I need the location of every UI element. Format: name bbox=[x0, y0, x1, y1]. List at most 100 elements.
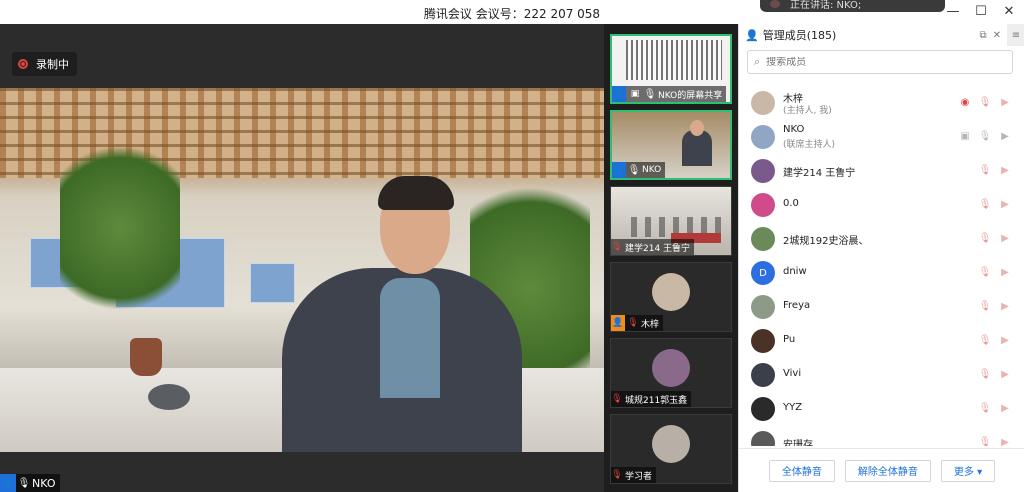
member-row[interactable]: YYZ 🎙 ▶ bbox=[739, 392, 1024, 426]
video-person-shirt bbox=[380, 278, 440, 398]
member-name: YYZ bbox=[783, 402, 803, 413]
member-row[interactable]: 2城规192史浴晨、 🎙 ▶ bbox=[739, 222, 1024, 256]
member-name: NKO bbox=[783, 124, 805, 135]
member-row[interactable]: Vivi 🎙 ▶ bbox=[739, 358, 1024, 392]
mic-muted-icon[interactable]: 🎙 bbox=[979, 164, 992, 176]
avatar bbox=[751, 125, 775, 149]
recording-label: 录制中 bbox=[36, 58, 69, 71]
member-name: dniw bbox=[783, 266, 807, 277]
member-row[interactable]: NKO (联席主持人) ▣ 🎙 ▶ bbox=[739, 120, 1024, 154]
member-name: Pu bbox=[783, 334, 796, 345]
panel-menu-icon[interactable]: ≡ bbox=[1007, 24, 1024, 46]
screen-share-icon: ▣ bbox=[960, 130, 970, 142]
video-teapot bbox=[130, 338, 162, 376]
panel-tools: ⧉ ✕ ≡ bbox=[979, 24, 1024, 46]
member-name: 安珊存 bbox=[783, 440, 813, 446]
mic-muted-icon: 🎙 bbox=[611, 242, 623, 252]
member-name: Vivi bbox=[783, 368, 802, 379]
speaker-avatar-icon bbox=[770, 0, 780, 8]
camera-off-icon[interactable]: ▶ bbox=[999, 368, 1011, 380]
close-button[interactable]: ✕ bbox=[1002, 3, 1016, 19]
member-row[interactable]: 安珊存 🎙 ▶ bbox=[739, 426, 1024, 446]
mic-icon: 🎙 bbox=[643, 88, 657, 100]
member-row[interactable]: 建学214 王鲁宁 🎙 ▶ bbox=[739, 154, 1024, 188]
thumbnail-xuexizhe[interactable]: 🎙 学习者 bbox=[610, 414, 732, 484]
avatar bbox=[751, 159, 775, 183]
camera-off-icon[interactable]: ▶ bbox=[999, 402, 1011, 414]
thumbnail-wang[interactable]: 🎙 建学214 王鲁宁 bbox=[610, 186, 732, 256]
mic-muted-icon[interactable]: 🎙 bbox=[979, 436, 992, 447]
mic-muted-icon[interactable]: 🎙 bbox=[979, 368, 992, 380]
title-bar: 腾讯会议 会议号：222 207 058 正在讲话: NKO; — ☐ ✕ bbox=[0, 0, 1024, 24]
video-thumbnails: 👤 ▣ 🎙 NKO的屏幕共享 👤 🎙 NKO 🎙 建学214 王鲁宁 👤 🎙 木… bbox=[604, 24, 738, 492]
thumbnail-person-head bbox=[690, 120, 704, 136]
thumbnail-guo[interactable]: 🎙 城规211郭玉鑫 bbox=[610, 338, 732, 408]
mic-muted-icon[interactable]: 🎙 bbox=[979, 402, 992, 414]
mute-all-button[interactable]: 全体静音 bbox=[768, 459, 835, 482]
search-input[interactable] bbox=[766, 56, 997, 68]
thumbnail-nko[interactable]: 👤 🎙 NKO bbox=[610, 110, 732, 180]
maximize-button[interactable]: ☐ bbox=[974, 3, 988, 19]
camera-icon[interactable]: ▶ bbox=[999, 130, 1011, 142]
mic-muted-icon: 🎙 bbox=[611, 394, 623, 404]
member-row[interactable]: 木梓 (主持人, 我) ◉ 🎙 ▶ bbox=[739, 86, 1024, 120]
avatar: D bbox=[751, 261, 775, 285]
video-person-hair bbox=[378, 176, 454, 210]
avatar bbox=[751, 397, 775, 421]
mic-muted-icon[interactable]: 🎙 bbox=[979, 334, 992, 346]
recording-indicator[interactable]: 录制中 bbox=[12, 52, 77, 76]
camera-off-icon[interactable]: ▶ bbox=[999, 436, 1011, 447]
host-user-icon: 👤 bbox=[612, 162, 626, 178]
mic-muted-icon[interactable]: 🎙 bbox=[979, 96, 992, 108]
thumbnail-screen-share[interactable]: 👤 ▣ 🎙 NKO的屏幕共享 bbox=[610, 34, 732, 104]
avatar bbox=[751, 329, 775, 353]
member-search[interactable]: ⌕ bbox=[747, 50, 1013, 74]
avatar bbox=[751, 193, 775, 217]
member-row[interactable]: Pu 🎙 ▶ bbox=[739, 324, 1024, 358]
main-speaker-label: 👤 🎙 NKO bbox=[0, 474, 60, 492]
minimize-button[interactable]: — bbox=[946, 3, 960, 19]
camera-off-icon[interactable]: ▶ bbox=[999, 300, 1011, 312]
member-status: 🎙 ▶ bbox=[979, 198, 1011, 210]
member-row[interactable]: D dniw 🎙 ▶ bbox=[739, 256, 1024, 290]
video-wall-screen bbox=[250, 263, 295, 303]
video-plant bbox=[60, 128, 180, 328]
mic-icon[interactable]: 🎙 bbox=[979, 130, 992, 142]
shared-screen-preview bbox=[626, 40, 722, 80]
camera-off-icon[interactable]: ▶ bbox=[999, 164, 1011, 176]
panel-title: 管理成员(185) bbox=[762, 29, 837, 42]
panel-header: 👤 管理成员(185) ⧉ ✕ ≡ bbox=[739, 24, 1024, 46]
member-name: 0.0 bbox=[783, 198, 799, 209]
search-icon: ⌕ bbox=[754, 55, 761, 68]
camera-off-icon[interactable]: ▶ bbox=[999, 232, 1011, 244]
member-status: ▣ 🎙 ▶ bbox=[959, 130, 1011, 142]
thumbnail-label: 🎙 城规211郭玉鑫 bbox=[611, 391, 692, 407]
unmute-all-button[interactable]: 解除全体静音 bbox=[844, 459, 931, 482]
popout-icon[interactable]: ⧉ bbox=[979, 30, 986, 41]
host-user-icon: 👤 bbox=[611, 315, 625, 331]
member-row[interactable]: 0.0 🎙 ▶ bbox=[739, 188, 1024, 222]
window-controls: — ☐ ✕ bbox=[946, 3, 1016, 19]
member-row[interactable]: Freya 🎙 ▶ bbox=[739, 290, 1024, 324]
thumbnail-muzi[interactable]: 👤 🎙 木梓 bbox=[610, 262, 732, 332]
camera-off-icon[interactable]: ▶ bbox=[999, 96, 1011, 108]
member-role: (联席主持人) bbox=[783, 140, 836, 150]
more-button[interactable]: 更多 ▾ bbox=[940, 459, 996, 482]
thumbnail-name: 建学214 王鲁宁 bbox=[625, 243, 691, 254]
member-role: (主持人, 我) bbox=[783, 106, 832, 116]
camera-off-icon[interactable]: ▶ bbox=[999, 266, 1011, 278]
mic-muted-icon[interactable]: 🎙 bbox=[979, 232, 992, 244]
thumbnail-avatar bbox=[652, 425, 690, 463]
mic-muted-icon[interactable]: 🎙 bbox=[979, 300, 992, 312]
camera-off-icon[interactable]: ▶ bbox=[999, 334, 1011, 346]
panel-close-icon[interactable]: ✕ bbox=[993, 30, 1001, 41]
avatar bbox=[751, 295, 775, 319]
mic-muted-icon[interactable]: 🎙 bbox=[979, 198, 992, 210]
thumbnail-label: 🎙 建学214 王鲁宁 bbox=[611, 239, 695, 255]
main-video-area[interactable]: 录制中 👤 🎙 NKO bbox=[0, 24, 604, 492]
thumbnail-name: 木梓 bbox=[641, 319, 660, 330]
mic-muted-icon[interactable]: 🎙 bbox=[979, 266, 992, 278]
speaking-notification: 正在讲话: NKO; bbox=[760, 0, 945, 12]
members-panel: 👤 管理成员(185) ⧉ ✕ ≡ ⌕ 木梓 (主持人, 我) ◉ 🎙 ▶ NK… bbox=[738, 24, 1024, 492]
camera-off-icon[interactable]: ▶ bbox=[999, 198, 1011, 210]
